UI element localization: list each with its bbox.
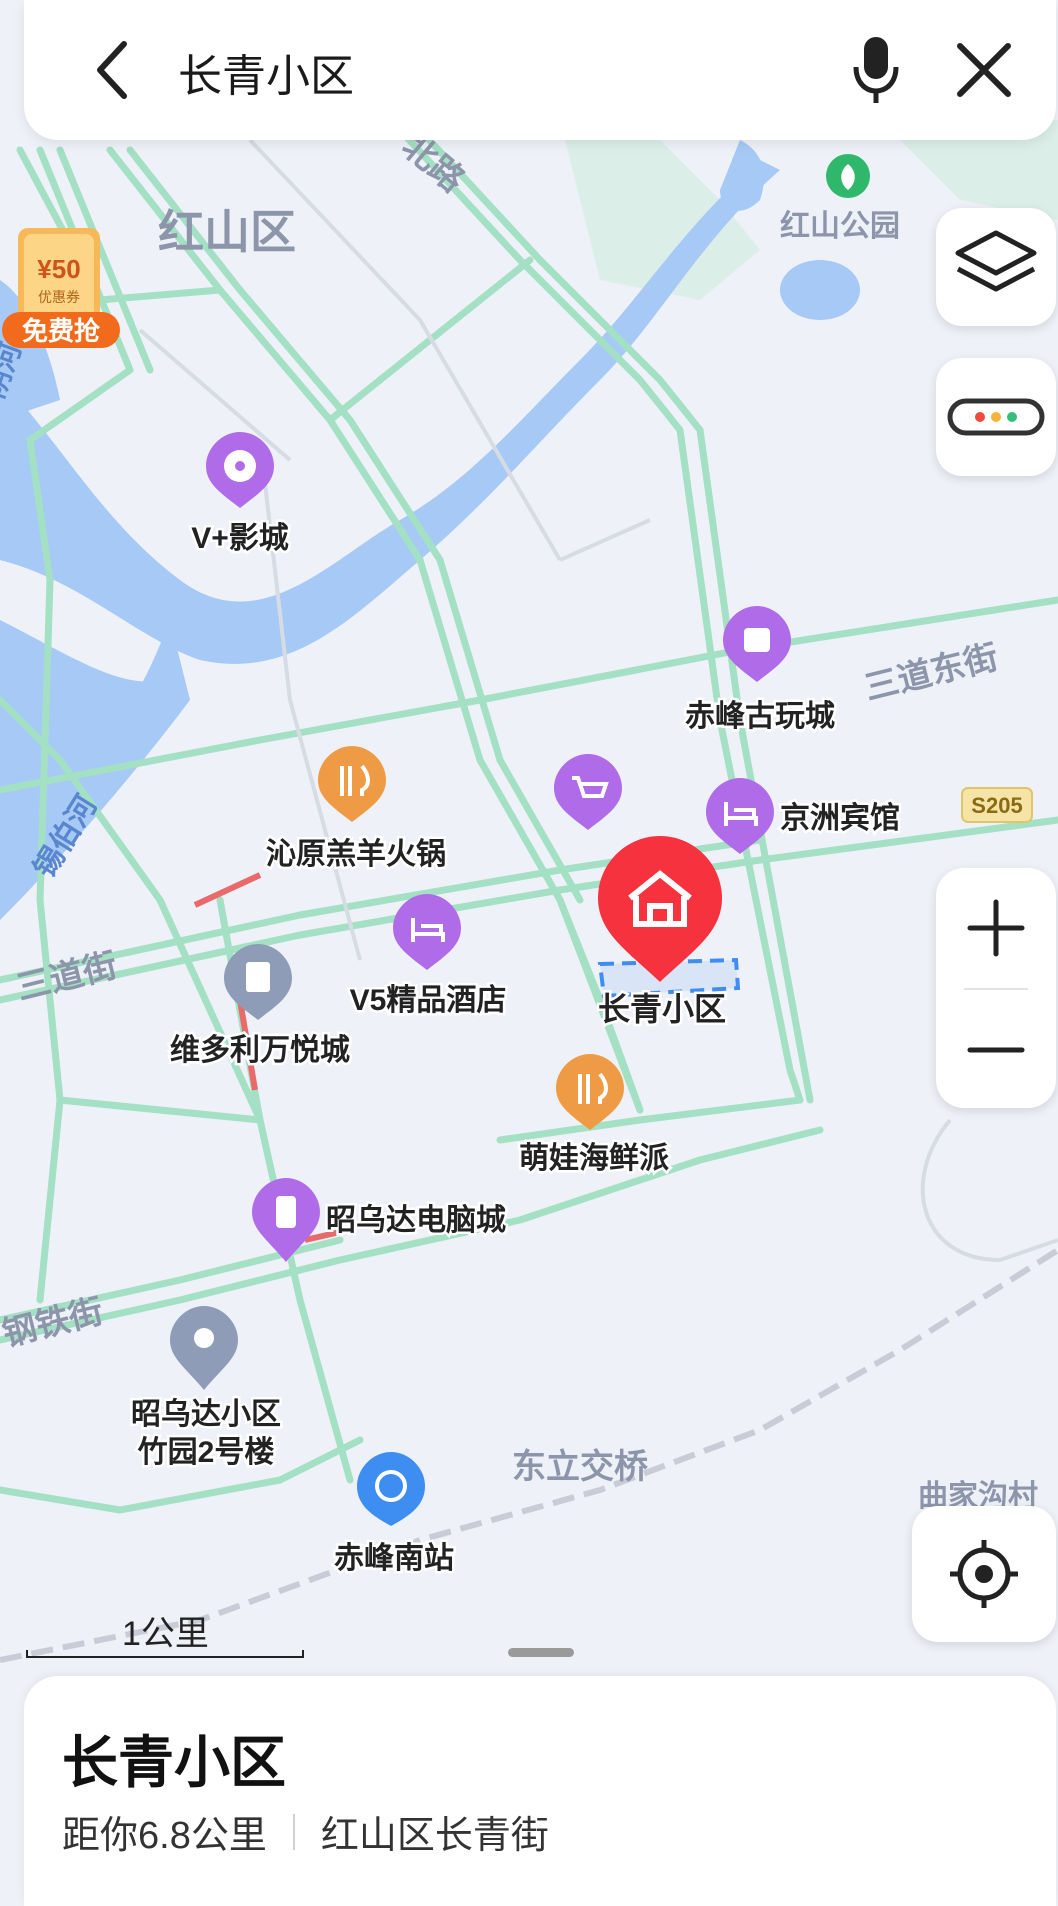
locate-button[interactable] xyxy=(912,1506,1056,1642)
zoom-control xyxy=(936,868,1056,1108)
close-icon[interactable] xyxy=(942,28,1026,112)
phone-icon xyxy=(276,1196,296,1228)
sheet-drag-handle[interactable] xyxy=(508,1648,574,1657)
place-card[interactable]: 长青小区 距你6.8公里 红山区长青街 xyxy=(24,1676,1056,1906)
minus-icon xyxy=(967,1047,1025,1053)
poi-label: 沁原羔羊火锅 xyxy=(266,837,446,871)
poi-label: 竹园2号楼 xyxy=(138,1436,275,1469)
divider xyxy=(292,1813,295,1850)
crosshair-icon xyxy=(950,1540,1018,1608)
svg-text:免费抢: 免费抢 xyxy=(22,316,101,346)
microphone-icon[interactable] xyxy=(834,28,918,112)
coupon-promo[interactable]: ¥50 优惠券 免费抢 xyxy=(0,224,126,352)
poi-label: 维多利万悦城 xyxy=(170,1034,350,1067)
poi-label: 赤峰古玩城 xyxy=(685,700,835,733)
place-subtitle: 距你6.8公里 红山区长青街 xyxy=(62,1804,549,1859)
label-dongli: 东立交桥 xyxy=(512,1447,648,1486)
scale-label: 1公里 xyxy=(122,1615,209,1653)
layers-button[interactable] xyxy=(936,208,1056,326)
zoom-out-button[interactable] xyxy=(936,990,1056,1110)
poi-label: 赤峰南站 xyxy=(334,1542,454,1575)
poi-label: 昭乌达小区 xyxy=(131,1398,281,1431)
svg-text:S205: S205 xyxy=(971,793,1022,818)
building-icon xyxy=(246,962,270,992)
svg-text:¥50: ¥50 xyxy=(37,254,80,284)
search-query[interactable]: 长青小区 xyxy=(178,40,354,104)
map-canvas[interactable]: 红山区 北路 红山公园 三道东街 三道街 钢铁街 东立交桥 曲家沟村 锡伯河 阴… xyxy=(0,0,1058,1882)
selected-pin[interactable]: 长青小区 xyxy=(595,836,729,1030)
plus-icon xyxy=(967,899,1025,957)
poi-label: 萌娃海鲜派 xyxy=(519,1142,669,1175)
traffic-button[interactable] xyxy=(936,358,1056,476)
poi-label: 京洲宾馆 xyxy=(780,801,900,835)
place-distance: 距你6.8公里 xyxy=(62,1815,267,1857)
label-park: 红山公园 xyxy=(780,210,900,243)
search-bar: 长青小区 xyxy=(24,0,1056,140)
place-title: 长青小区 xyxy=(62,1731,286,1794)
zoom-in-button[interactable] xyxy=(936,868,1056,988)
chevron-left-icon[interactable] xyxy=(70,28,154,112)
poi-label: V+影城 xyxy=(191,522,289,555)
layers-icon xyxy=(955,230,1037,292)
traffic-lights-icon xyxy=(947,398,1045,436)
label-district: 红山区 xyxy=(158,206,296,258)
route-shield: S205 xyxy=(961,787,1033,823)
park-pin[interactable] xyxy=(826,154,870,198)
poi-label: V5精品酒店 xyxy=(350,984,507,1017)
selected-label: 长青小区 xyxy=(598,991,726,1027)
place-address: 红山区长青街 xyxy=(320,1815,549,1857)
svg-text:优惠券: 优惠券 xyxy=(38,289,80,305)
scale-bar xyxy=(26,1650,304,1658)
poi-label: 昭乌达电脑城 xyxy=(326,1204,506,1237)
shopping-bag-icon xyxy=(744,628,770,652)
location-dot-icon xyxy=(194,1328,214,1348)
